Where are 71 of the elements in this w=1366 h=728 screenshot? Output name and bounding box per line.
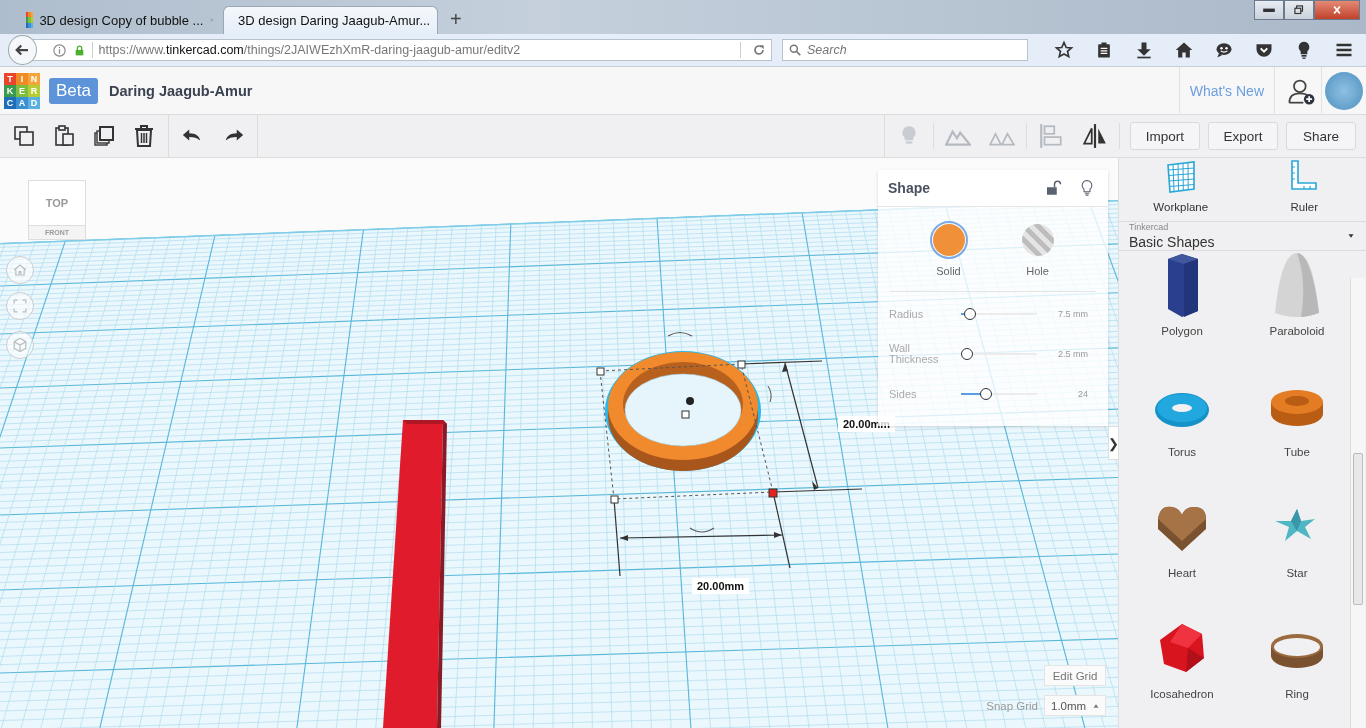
back-button[interactable] — [8, 35, 37, 65]
info-icon — [51, 42, 67, 58]
restore-icon — [1292, 3, 1306, 17]
sidebar-tool-button[interactable]: Ruler — [1242, 158, 1366, 221]
delete-icon — [132, 124, 156, 148]
shape-item[interactable]: Polygon — [1123, 251, 1241, 372]
parameter-value: 7.5 mm — [1057, 309, 1088, 319]
dimension-label[interactable]: 20.00mm — [692, 578, 750, 594]
slider-track[interactable] — [961, 348, 1037, 360]
parameter-label: Sides — [889, 388, 918, 400]
unlocked-padlock-button[interactable] — [1044, 179, 1062, 197]
minimize-window-button[interactable] — [1254, 0, 1284, 20]
edit-grid-button[interactable]: Edit Grid — [1044, 665, 1106, 686]
slider-thumb[interactable] — [964, 308, 977, 320]
download-icon — [1134, 40, 1154, 60]
shape-item[interactable]: Torus — [1123, 372, 1241, 493]
box-shape-drawing[interactable] — [383, 420, 447, 728]
new-tab-button[interactable]: + — [438, 6, 462, 34]
url-text: https://www.tinkercad.com/things/2JAIWEzhXmR-daring-jaagub-amur/editv2 — [98, 43, 522, 57]
parameter-value: 2.5 mm — [1057, 349, 1088, 359]
minimize-icon — [1262, 7, 1276, 13]
shape-item[interactable]: Heart — [1123, 493, 1241, 614]
align-icon — [1038, 123, 1064, 149]
delete-button[interactable] — [132, 124, 156, 148]
duplicate-button[interactable] — [92, 124, 116, 148]
parameter-value: 24 — [1077, 389, 1088, 399]
reload-icon — [751, 42, 767, 58]
design-title: Daring Jaagub-Amur — [109, 82, 254, 99]
scrollbar-thumb[interactable] — [1353, 453, 1363, 605]
toolbar-action-button[interactable]: Import — [1130, 122, 1200, 150]
parameter-label: Wall Thickness — [889, 343, 940, 365]
add-user-button[interactable] — [1274, 66, 1322, 115]
user-avatar[interactable] — [1325, 71, 1363, 110]
mirror-button[interactable] — [1082, 123, 1108, 149]
site-favicon-icon — [26, 12, 34, 28]
beta-badge: Beta — [49, 77, 98, 104]
tinkercad-logo[interactable]: T I N K E R C A D — [4, 72, 40, 109]
selection-handles-drawing[interactable] — [596, 331, 778, 533]
shape-mode-option[interactable]: Hole — [1018, 221, 1057, 277]
slider-track[interactable] — [961, 388, 1037, 400]
scrollbar[interactable] — [1350, 278, 1365, 728]
bookmark-star-icon — [1054, 40, 1074, 60]
search-icon — [788, 43, 802, 57]
browser-tab[interactable]: 3D design Daring Jaagub-Amur... — [223, 6, 438, 34]
shape-mode-option[interactable]: Solid — [929, 221, 968, 277]
paste-icon — [52, 124, 76, 148]
close-window-button[interactable] — [1314, 0, 1360, 20]
slider-track[interactable] — [961, 308, 1037, 320]
snap-grid-select[interactable]: 1.0mm — [1044, 695, 1106, 716]
paste-button[interactable] — [52, 124, 76, 148]
chat-icon — [1214, 40, 1234, 60]
parameter-label: Radius — [889, 308, 925, 320]
copy-button[interactable] — [12, 124, 36, 148]
toolbar-action-button[interactable]: Export — [1208, 122, 1278, 150]
slider-thumb[interactable] — [961, 348, 973, 360]
unlocked-padlock-icon — [1044, 179, 1062, 197]
panel-title: Shape — [888, 180, 931, 196]
mirror-icon — [1082, 123, 1108, 149]
tube-shape-drawing[interactable] — [605, 351, 761, 471]
copy-icon — [12, 124, 36, 148]
restore-window-button[interactable] — [1284, 0, 1314, 20]
toolbar-action-button[interactable]: Share — [1286, 122, 1356, 150]
slider-thumb[interactable] — [980, 388, 993, 400]
sidebar-tool-button[interactable]: Workplane — [1119, 158, 1243, 221]
library-dropdown[interactable]: Tinkercad Basic Shapes — [1119, 222, 1366, 251]
browser-tab[interactable]: 3D design Copy of bubble ... — [18, 6, 223, 34]
home-icon — [1174, 40, 1194, 60]
search-field[interactable]: Search — [782, 39, 1028, 61]
duplicate-icon — [92, 124, 116, 148]
shape-item[interactable]: Icosahedron — [1123, 614, 1241, 728]
snap-grid-label: Snap Grid — [986, 699, 1038, 712]
